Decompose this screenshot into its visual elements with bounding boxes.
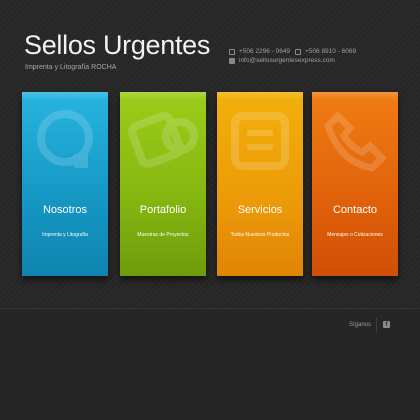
chat-icon bbox=[37, 110, 93, 168]
footer-divider bbox=[0, 308, 420, 309]
footer-separator bbox=[376, 318, 377, 332]
phone-1: +506 2296 - 0649 bbox=[229, 48, 290, 55]
phone-1-text: +506 2296 - 0649 bbox=[239, 48, 291, 55]
card-contacto[interactable]: Contacto Mensajes o Cotizaciones bbox=[312, 92, 398, 276]
email-text[interactable]: info@sellosurgentesexpress.com bbox=[239, 57, 335, 64]
mail-icon bbox=[229, 57, 235, 64]
card-portafolio-title: Portafolio bbox=[139, 204, 187, 216]
card-contacto-title: Contacto bbox=[332, 204, 378, 216]
list-icon bbox=[231, 112, 289, 170]
card-servicios-subtitle: Todos Nuestros Productos bbox=[230, 232, 290, 238]
card-portafolio-subtitle: Muestras de Proyectos bbox=[137, 232, 189, 238]
facebook-icon[interactable]: f bbox=[383, 321, 390, 328]
stamp-icon bbox=[128, 112, 198, 168]
follow-label: Síganos bbox=[349, 322, 372, 328]
mobile-icon bbox=[295, 48, 301, 55]
site-subtitle: Imprenta y Litografía ROCHA bbox=[25, 64, 117, 71]
card-nosotros-title: Nosotros bbox=[42, 204, 88, 216]
email-line[interactable]: info@sellosurgentesexpress.com bbox=[229, 57, 335, 64]
phone-icon bbox=[323, 111, 387, 172]
card-portafolio[interactable]: Portafolio Muestras de Proyectos bbox=[120, 92, 206, 276]
header: Sellos Urgentes Imprenta y Litografía RO… bbox=[0, 0, 420, 85]
phone-icon bbox=[229, 48, 235, 55]
phone-2-text: +506 8910 - 6069 bbox=[305, 48, 357, 55]
card-nosotros[interactable]: Nosotros Imprenta y Litografía bbox=[22, 92, 108, 276]
site-title[interactable]: Sellos Urgentes bbox=[24, 30, 210, 61]
card-contacto-subtitle: Mensajes o Cotizaciones bbox=[327, 232, 383, 238]
card-nosotros-subtitle: Imprenta y Litografía bbox=[42, 232, 88, 238]
card-servicios[interactable]: Servicios Todos Nuestros Productos bbox=[217, 92, 303, 276]
phone-2: +506 8910 - 6069 bbox=[295, 48, 356, 55]
card-servicios-title: Servicios bbox=[237, 204, 283, 216]
